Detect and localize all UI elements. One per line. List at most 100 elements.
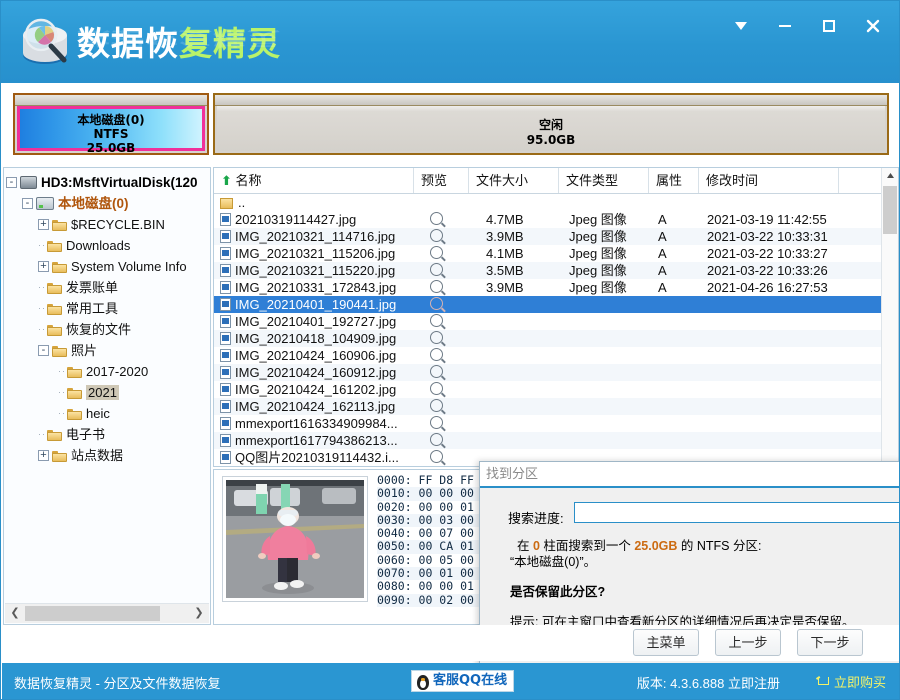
file-preview-cell[interactable] <box>430 415 460 432</box>
table-row[interactable]: IMG_20210401_192727.jpg <box>214 313 882 330</box>
image-preview-thumbnail[interactable] <box>222 476 368 602</box>
table-row[interactable]: IMG_20210418_104909.jpg <box>214 330 882 347</box>
search-icon[interactable] <box>430 450 443 463</box>
tree-node[interactable]: ···恢复的文件 <box>4 318 210 339</box>
tree-scroll-right-arrow[interactable]: ❯ <box>190 604 208 623</box>
tree-node[interactable]: -HD3:MsftVirtualDisk(120 <box>4 171 210 192</box>
scroll-up-arrow[interactable] <box>882 168 898 185</box>
file-preview-cell[interactable] <box>430 228 460 245</box>
file-name-cell: IMG_20210331_172843.jpg <box>220 279 412 296</box>
table-row[interactable]: IMG_20210401_190441.jpg <box>214 296 882 313</box>
table-row[interactable]: IMG_20210331_172843.jpg3.9MBJpeg 图像A2021… <box>214 279 882 296</box>
search-icon[interactable] <box>430 365 443 378</box>
tree-scroll-thumb[interactable] <box>25 606 160 621</box>
table-row[interactable]: IMG_20210424_160912.jpg <box>214 364 882 381</box>
close-button[interactable] <box>851 11 895 41</box>
tree-expander[interactable]: + <box>38 219 49 230</box>
file-list-vertical-scrollbar[interactable] <box>881 168 898 466</box>
column-header-label: 属性 <box>656 173 682 188</box>
column-header[interactable]: 文件类型 <box>559 168 649 193</box>
tree-node[interactable]: +站点数据 <box>4 444 210 465</box>
maximize-button[interactable] <box>807 11 851 41</box>
search-icon[interactable] <box>430 314 443 327</box>
tree-expander[interactable]: + <box>38 261 49 272</box>
file-preview-cell[interactable] <box>430 432 460 449</box>
file-preview-cell[interactable] <box>430 279 460 296</box>
column-header[interactable]: ⬆ 名称 <box>214 168 414 193</box>
column-header[interactable] <box>839 168 884 193</box>
tree-node[interactable]: ···Downloads <box>4 234 210 255</box>
partition-free-space[interactable]: 空闲 95.0GB <box>213 93 889 155</box>
previous-step-button[interactable]: 上一步 <box>715 629 781 656</box>
register-link[interactable]: 立即注册 <box>728 676 780 691</box>
column-header[interactable]: 属性 <box>649 168 699 193</box>
table-row[interactable]: IMG_20210321_115220.jpg3.5MBJpeg 图像A2021… <box>214 262 882 279</box>
file-preview-cell[interactable] <box>430 245 460 262</box>
file-preview-cell[interactable] <box>430 364 460 381</box>
table-row[interactable]: .. <box>214 194 882 211</box>
file-preview-cell[interactable] <box>430 330 460 347</box>
search-icon[interactable] <box>430 263 443 276</box>
file-preview-cell[interactable] <box>430 381 460 398</box>
tree-node[interactable]: +System Volume Info <box>4 255 210 276</box>
search-icon[interactable] <box>430 416 443 429</box>
buy-now-button[interactable]: 立即购买 <box>816 672 886 691</box>
file-preview-cell[interactable] <box>430 296 460 313</box>
file-size-cell: 4.1MB <box>486 245 566 262</box>
minimize-button[interactable] <box>763 11 807 41</box>
search-icon[interactable] <box>430 382 443 395</box>
search-icon[interactable] <box>430 297 443 310</box>
file-preview-cell[interactable] <box>430 262 460 279</box>
column-header[interactable]: 文件大小 <box>469 168 559 193</box>
search-progress-field[interactable] <box>574 502 900 523</box>
file-preview-cell[interactable] <box>430 211 460 228</box>
qq-support-button[interactable]: 客服QQ在线 <box>411 670 514 692</box>
table-row[interactable]: IMG_20210424_162113.jpg <box>214 398 882 415</box>
tree-node[interactable]: +$RECYCLE.BIN <box>4 213 210 234</box>
table-row[interactable]: mmexport1617794386213... <box>214 432 882 449</box>
file-scroll-thumb[interactable] <box>883 186 897 234</box>
file-preview-cell[interactable] <box>430 398 460 415</box>
tree-node[interactable]: -本地磁盘(0) <box>4 192 210 213</box>
tree-node[interactable]: ···2017-2020 <box>4 360 210 381</box>
search-icon[interactable] <box>430 212 443 225</box>
column-header-label: 预览 <box>421 173 447 188</box>
tree-expander[interactable]: - <box>22 198 33 209</box>
search-icon[interactable] <box>430 331 443 344</box>
tree-node[interactable]: -照片 <box>4 339 210 360</box>
search-icon[interactable] <box>430 229 443 242</box>
search-icon[interactable] <box>430 348 443 361</box>
main-menu-button[interactable]: 主菜单 <box>633 629 699 656</box>
search-icon[interactable] <box>430 246 443 259</box>
file-attribute-cell: A <box>658 245 698 262</box>
table-row[interactable]: IMG_20210424_160906.jpg <box>214 347 882 364</box>
table-row[interactable]: 20210319114427.jpg4.7MBJpeg 图像A2021-03-1… <box>214 211 882 228</box>
partition-local-disk-0[interactable]: 本地磁盘(0) NTFS 25.0GB <box>13 93 209 155</box>
tree-expander[interactable]: + <box>38 450 49 461</box>
file-preview-cell[interactable] <box>430 313 460 330</box>
table-row[interactable]: IMG_20210321_114716.jpg3.9MBJpeg 图像A2021… <box>214 228 882 245</box>
tree-node[interactable]: ···常用工具 <box>4 297 210 318</box>
search-icon[interactable] <box>430 399 443 412</box>
table-row[interactable]: IMG_20210321_115206.jpg4.1MBJpeg 图像A2021… <box>214 245 882 262</box>
tree-expander[interactable]: - <box>6 177 17 188</box>
tree-scroll-left-arrow[interactable]: ❮ <box>6 604 24 623</box>
tree-node[interactable]: ···电子书 <box>4 423 210 444</box>
column-header[interactable]: 修改时间 <box>699 168 839 193</box>
tree-node[interactable]: ···2021 <box>4 381 210 402</box>
next-step-button[interactable]: 下一步 <box>797 629 863 656</box>
table-row[interactable]: IMG_20210424_161202.jpg <box>214 381 882 398</box>
file-preview-cell[interactable] <box>430 347 460 364</box>
tree-horizontal-scrollbar[interactable]: ❮ ❯ <box>5 603 209 623</box>
tree-node-label: heic <box>86 406 110 421</box>
tree-node[interactable]: ···heic <box>4 402 210 423</box>
file-preview-cell[interactable] <box>430 449 460 466</box>
tree-expander[interactable]: - <box>38 345 49 356</box>
search-icon[interactable] <box>430 433 443 446</box>
collapse-button[interactable] <box>719 11 763 41</box>
search-icon[interactable] <box>430 280 443 293</box>
status-description: 数据恢复精灵 - 分区及文件数据恢复 <box>14 673 221 692</box>
column-header[interactable]: 预览 <box>414 168 469 193</box>
table-row[interactable]: mmexport1616334909984... <box>214 415 882 432</box>
tree-node[interactable]: ···发票账单 <box>4 276 210 297</box>
